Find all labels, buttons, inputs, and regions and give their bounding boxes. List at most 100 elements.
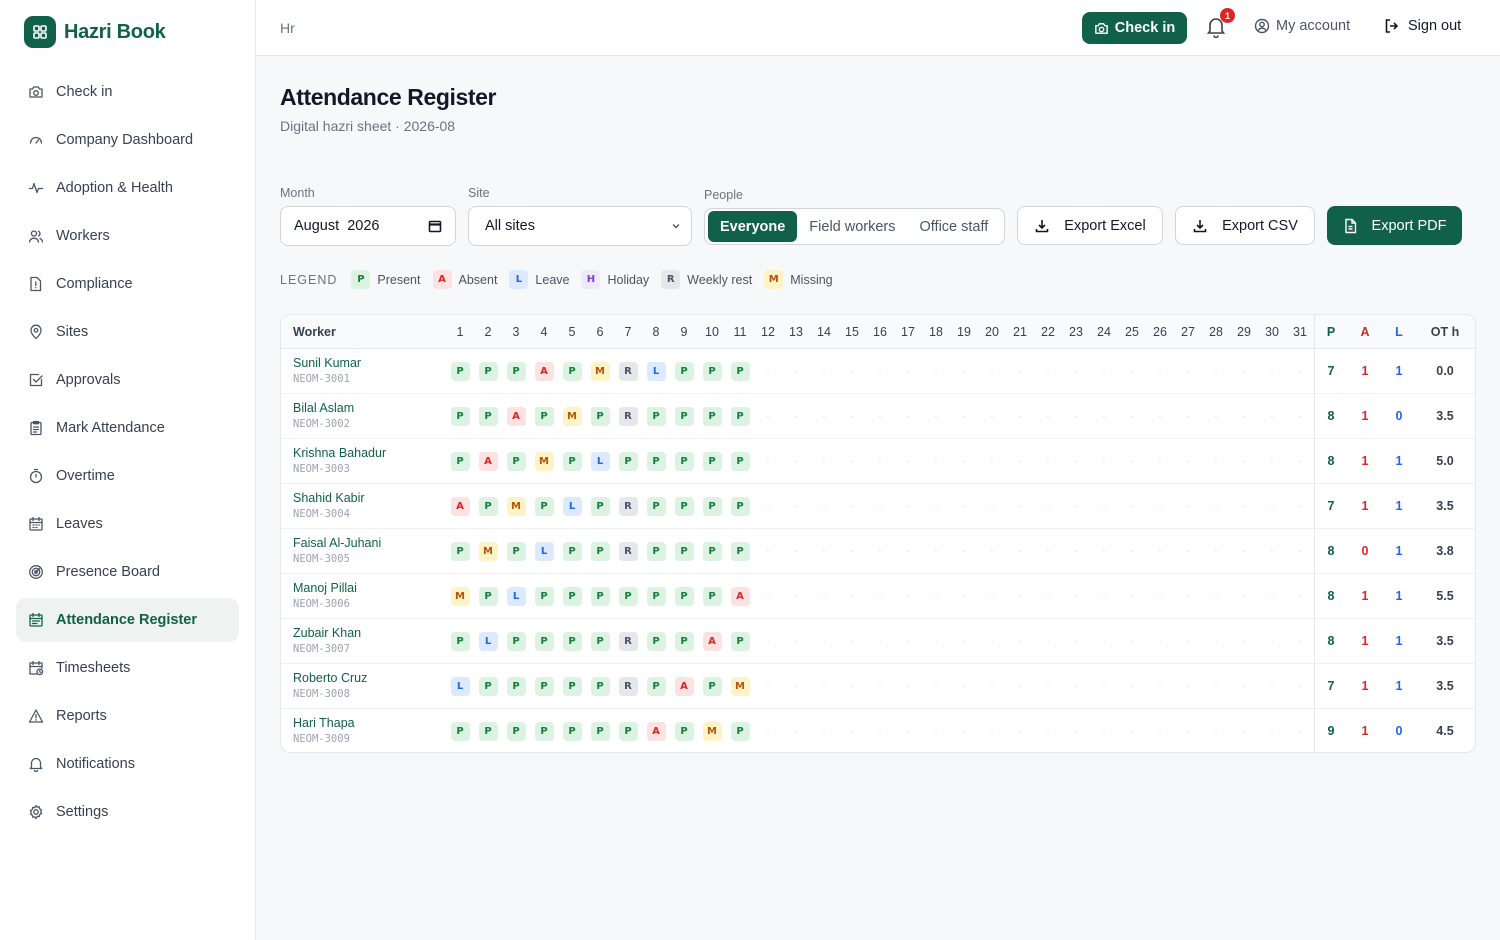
attendance-cell-empty[interactable]: ·: [810, 407, 838, 426]
attendance-cell-empty[interactable]: ·: [782, 542, 810, 561]
attendance-cell[interactable]: P: [446, 722, 474, 741]
attendance-cell-empty[interactable]: ·: [1258, 722, 1286, 741]
attendance-cell-empty[interactable]: ·: [1146, 497, 1174, 516]
attendance-cell-empty[interactable]: ·: [1202, 362, 1230, 381]
attendance-cell[interactable]: P: [474, 407, 502, 426]
attendance-cell-empty[interactable]: ·: [950, 632, 978, 651]
sidebar-item-presence-board[interactable]: Presence Board: [16, 550, 239, 594]
attendance-cell-empty[interactable]: ·: [1118, 587, 1146, 606]
attendance-cell[interactable]: A: [446, 497, 474, 516]
attendance-cell-empty[interactable]: ·: [1090, 452, 1118, 471]
sidebar-item-settings[interactable]: Settings: [16, 790, 239, 834]
attendance-cell[interactable]: P: [474, 362, 502, 381]
attendance-cell[interactable]: L: [642, 362, 670, 381]
attendance-cell-empty[interactable]: ·: [978, 587, 1006, 606]
attendance-cell[interactable]: P: [698, 587, 726, 606]
attendance-cell-empty[interactable]: ·: [754, 632, 782, 651]
attendance-cell-empty[interactable]: ·: [838, 632, 866, 651]
attendance-cell-empty[interactable]: ·: [1146, 677, 1174, 696]
attendance-cell-empty[interactable]: ·: [866, 632, 894, 651]
sidebar-item-compliance[interactable]: Compliance: [16, 262, 239, 306]
attendance-cell-empty[interactable]: ·: [754, 722, 782, 741]
attendance-cell[interactable]: P: [642, 677, 670, 696]
worker-name[interactable]: Bilal Aslam: [293, 401, 354, 415]
attendance-cell-empty[interactable]: ·: [1062, 452, 1090, 471]
attendance-cell[interactable]: P: [446, 542, 474, 561]
attendance-cell[interactable]: P: [698, 452, 726, 471]
attendance-cell[interactable]: R: [614, 632, 642, 651]
attendance-cell-empty[interactable]: ·: [1230, 632, 1258, 651]
attendance-cell-empty[interactable]: ·: [1006, 542, 1034, 561]
attendance-cell-empty[interactable]: ·: [1174, 407, 1202, 426]
attendance-cell[interactable]: M: [474, 542, 502, 561]
attendance-cell-empty[interactable]: ·: [1118, 362, 1146, 381]
people-option-office-staff[interactable]: Office staff: [908, 211, 1001, 242]
attendance-cell-empty[interactable]: ·: [1230, 587, 1258, 606]
attendance-cell-empty[interactable]: ·: [922, 587, 950, 606]
attendance-cell-empty[interactable]: ·: [838, 542, 866, 561]
attendance-cell[interactable]: P: [642, 632, 670, 651]
attendance-cell[interactable]: P: [670, 362, 698, 381]
attendance-cell[interactable]: P: [558, 362, 586, 381]
attendance-cell-empty[interactable]: ·: [1062, 362, 1090, 381]
attendance-cell[interactable]: L: [474, 632, 502, 651]
brand[interactable]: Hazri Book: [24, 16, 166, 48]
attendance-cell-empty[interactable]: ·: [782, 632, 810, 651]
attendance-cell-empty[interactable]: ·: [1062, 542, 1090, 561]
attendance-cell-empty[interactable]: ·: [866, 452, 894, 471]
attendance-cell-empty[interactable]: ·: [1230, 677, 1258, 696]
attendance-cell-empty[interactable]: ·: [1118, 632, 1146, 651]
attendance-cell[interactable]: R: [614, 362, 642, 381]
attendance-cell[interactable]: P: [670, 632, 698, 651]
attendance-cell[interactable]: P: [614, 722, 642, 741]
attendance-cell[interactable]: P: [642, 587, 670, 606]
sidebar-item-reports[interactable]: Reports: [16, 694, 239, 738]
attendance-cell-empty[interactable]: ·: [1202, 632, 1230, 651]
attendance-cell-empty[interactable]: ·: [1202, 587, 1230, 606]
attendance-cell-empty[interactable]: ·: [866, 407, 894, 426]
attendance-cell-empty[interactable]: ·: [1090, 632, 1118, 651]
attendance-cell[interactable]: R: [614, 542, 642, 561]
attendance-cell-empty[interactable]: ·: [1258, 362, 1286, 381]
attendance-cell-empty[interactable]: ·: [838, 722, 866, 741]
attendance-cell-empty[interactable]: ·: [1090, 722, 1118, 741]
attendance-cell[interactable]: P: [642, 407, 670, 426]
attendance-cell-empty[interactable]: ·: [1202, 497, 1230, 516]
attendance-cell-empty[interactable]: ·: [810, 542, 838, 561]
attendance-cell-empty[interactable]: ·: [1006, 587, 1034, 606]
attendance-cell[interactable]: P: [586, 587, 614, 606]
attendance-cell[interactable]: P: [474, 497, 502, 516]
attendance-cell[interactable]: P: [558, 722, 586, 741]
attendance-cell-empty[interactable]: ·: [1258, 497, 1286, 516]
attendance-cell[interactable]: P: [558, 587, 586, 606]
attendance-cell-empty[interactable]: ·: [866, 362, 894, 381]
attendance-cell[interactable]: P: [642, 452, 670, 471]
attendance-cell-empty[interactable]: ·: [838, 497, 866, 516]
attendance-cell[interactable]: P: [586, 722, 614, 741]
attendance-cell-empty[interactable]: ·: [1202, 542, 1230, 561]
attendance-cell-empty[interactable]: ·: [978, 362, 1006, 381]
attendance-cell-empty[interactable]: ·: [782, 407, 810, 426]
worker-name[interactable]: Sunil Kumar: [293, 356, 361, 370]
attendance-cell-empty[interactable]: ·: [1146, 587, 1174, 606]
attendance-cell-empty[interactable]: ·: [1258, 452, 1286, 471]
attendance-cell[interactable]: A: [726, 587, 754, 606]
attendance-cell-empty[interactable]: ·: [894, 542, 922, 561]
attendance-cell-empty[interactable]: ·: [1174, 542, 1202, 561]
sidebar-item-sites[interactable]: Sites: [16, 310, 239, 354]
month-picker[interactable]: August 2026: [280, 206, 456, 246]
attendance-cell-empty[interactable]: ·: [1034, 542, 1062, 561]
attendance-cell-empty[interactable]: ·: [838, 407, 866, 426]
attendance-cell[interactable]: P: [698, 677, 726, 696]
attendance-cell[interactable]: M: [530, 452, 558, 471]
attendance-cell-empty[interactable]: ·: [1118, 452, 1146, 471]
site-select[interactable]: All sites: [468, 206, 692, 246]
attendance-cell-empty[interactable]: ·: [1230, 452, 1258, 471]
attendance-cell-empty[interactable]: ·: [978, 407, 1006, 426]
attendance-cell[interactable]: P: [530, 497, 558, 516]
attendance-cell-empty[interactable]: ·: [1286, 677, 1314, 696]
attendance-cell-empty[interactable]: ·: [754, 362, 782, 381]
attendance-cell-empty[interactable]: ·: [1062, 632, 1090, 651]
attendance-cell[interactable]: P: [670, 452, 698, 471]
attendance-cell[interactable]: P: [502, 722, 530, 741]
